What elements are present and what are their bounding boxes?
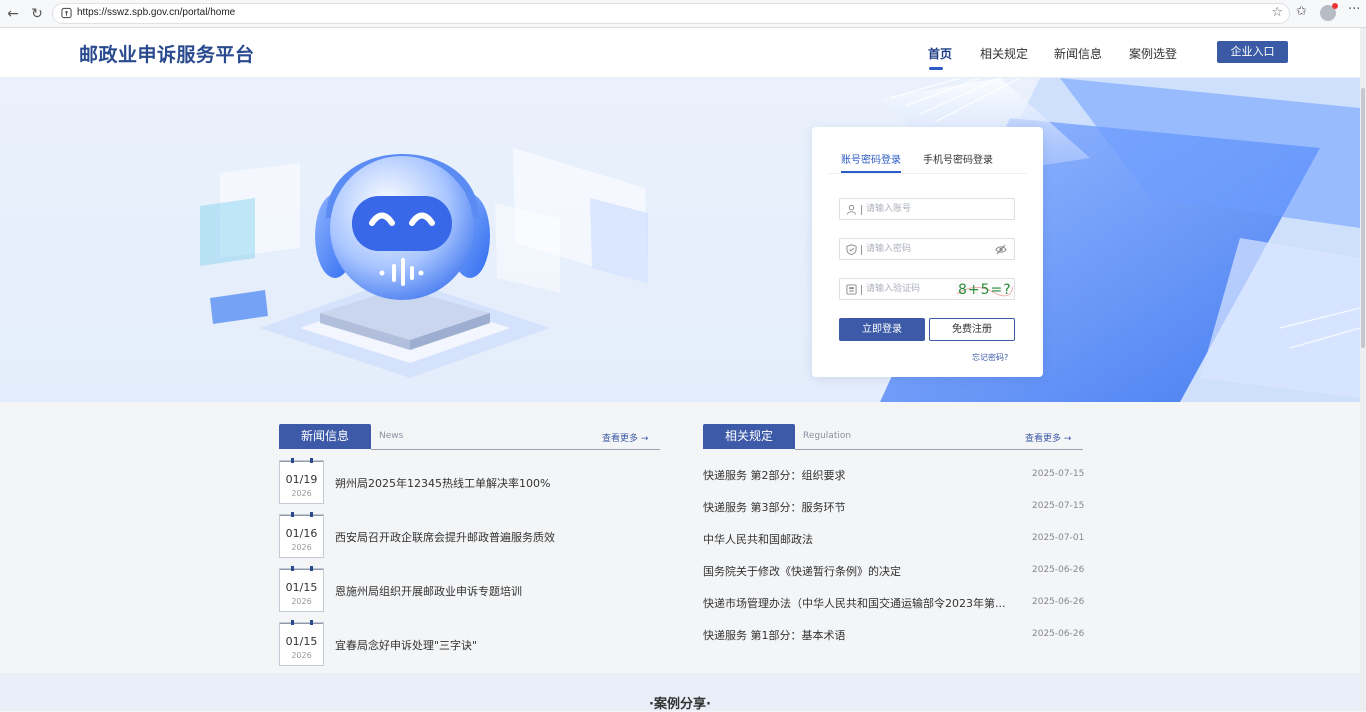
news-year: 2026 bbox=[291, 489, 312, 498]
calendar-ring-bar bbox=[280, 623, 323, 626]
register-button[interactable]: 免费注册 bbox=[929, 318, 1015, 341]
news-year: 2026 bbox=[291, 651, 312, 660]
news-date-box: 01/16 2026 bbox=[279, 512, 324, 558]
reload-icon[interactable]: ↻ bbox=[28, 5, 46, 23]
login-button[interactable]: 立即登录 bbox=[839, 318, 925, 341]
regulation-item-title[interactable]: 快递服务 第3部分：服务环节 bbox=[703, 499, 846, 515]
calendar-ring-bar bbox=[280, 569, 323, 572]
news-date-box: 01/15 2026 bbox=[279, 566, 324, 612]
password-input[interactable] bbox=[866, 241, 986, 257]
news-date: 01/15 bbox=[285, 581, 318, 594]
shield-icon bbox=[846, 244, 857, 255]
news-date-box: 01/15 2026 bbox=[279, 620, 324, 666]
captcha-field: 8+5=? bbox=[839, 278, 1015, 300]
regulation-item-date: 2025-06-26 bbox=[1032, 597, 1085, 607]
news-year: 2026 bbox=[291, 597, 312, 606]
news-more-link[interactable]: 查看更多 → bbox=[602, 431, 648, 444]
tab-divider bbox=[828, 173, 1027, 174]
user-icon bbox=[846, 204, 857, 215]
regulation-more-link[interactable]: 查看更多 → bbox=[1025, 431, 1071, 444]
tab-account-login[interactable]: 账号密码登录 bbox=[841, 151, 901, 166]
captcha-text: 8+5=? bbox=[958, 282, 1012, 298]
nav-news[interactable]: 新闻信息 bbox=[1054, 45, 1102, 62]
regulation-item-date: 2025-07-15 bbox=[1032, 501, 1085, 511]
calendar-ring-bar bbox=[280, 461, 323, 464]
news-date: 01/15 bbox=[285, 635, 318, 648]
field-separator bbox=[861, 285, 862, 295]
calendar-pin bbox=[310, 566, 313, 571]
nav-home[interactable]: 首页 bbox=[928, 45, 952, 62]
page-scrollbar[interactable] bbox=[1360, 28, 1366, 711]
forgot-password-link[interactable]: 忘记密码? bbox=[972, 352, 1008, 363]
news-item-title[interactable]: 西安局召开政企联席会提升邮政普遍服务质效 bbox=[335, 529, 555, 545]
regulation-item-date: 2025-07-15 bbox=[1032, 469, 1085, 479]
eye-off-icon[interactable] bbox=[995, 244, 1007, 255]
captcha-image[interactable]: 8+5=? bbox=[955, 280, 1013, 298]
hero-banner bbox=[0, 78, 1360, 402]
field-separator bbox=[861, 205, 862, 215]
scrollbar-thumb[interactable] bbox=[1361, 88, 1365, 348]
favorites-icon[interactable]: ✩ bbox=[1296, 4, 1307, 24]
captcha-input[interactable] bbox=[866, 281, 954, 297]
news-date: 01/16 bbox=[285, 527, 318, 540]
account-field bbox=[839, 198, 1015, 220]
news-date: 01/19 bbox=[285, 473, 318, 486]
bookmark-star-icon[interactable]: ☆ bbox=[1271, 5, 1283, 20]
nav-cases[interactable]: 案例选登 bbox=[1129, 45, 1177, 62]
calendar-pin bbox=[291, 566, 294, 571]
regulation-item-date: 2025-06-26 bbox=[1032, 629, 1085, 639]
captcha-icon bbox=[846, 284, 857, 295]
regulation-item-date: 2025-06-26 bbox=[1032, 565, 1085, 575]
regulation-item-date: 2025-07-01 bbox=[1032, 533, 1085, 543]
nav-regulations[interactable]: 相关规定 bbox=[980, 45, 1028, 62]
nav-active-indicator bbox=[929, 67, 943, 70]
regulation-section-label: 相关规定 bbox=[703, 424, 795, 449]
news-date-box: 01/19 2026 bbox=[279, 458, 324, 504]
calendar-pin bbox=[310, 620, 313, 625]
tab-phone-login[interactable]: 手机号密码登录 bbox=[923, 151, 993, 166]
regulation-item-title[interactable]: 快递市场管理办法（中华人民共和国交通运输部令2023年第... bbox=[703, 595, 1005, 611]
back-icon[interactable]: ← bbox=[4, 5, 22, 23]
login-card: 账号密码登录 手机号密码登录 8 bbox=[812, 127, 1043, 377]
site-logo[interactable]: 邮政业申诉服务平台 bbox=[79, 40, 255, 67]
browser-toolbar: ← ↻ https://sswz.spb.gov.cn/portal/home … bbox=[0, 0, 1366, 28]
field-separator bbox=[861, 245, 862, 255]
news-section-line bbox=[371, 449, 660, 450]
account-input[interactable] bbox=[866, 201, 986, 217]
news-item-title[interactable]: 宜春局念好申诉处理"三字诀" bbox=[335, 637, 477, 653]
password-field bbox=[839, 238, 1015, 260]
address-bar[interactable]: https://sswz.spb.gov.cn/portal/home ☆ bbox=[52, 3, 1290, 24]
more-menu-icon[interactable]: ··· bbox=[1348, 2, 1360, 22]
profile-avatar[interactable] bbox=[1320, 3, 1338, 21]
notification-dot bbox=[1332, 3, 1338, 9]
calendar-pin bbox=[291, 458, 294, 463]
regulation-item-title[interactable]: 快递服务 第2部分：组织要求 bbox=[703, 467, 846, 483]
regulation-item-title[interactable]: 快递服务 第1部分：基本术语 bbox=[703, 627, 846, 643]
calendar-pin bbox=[310, 458, 313, 463]
case-section-title: ·案例分享· bbox=[649, 697, 711, 712]
news-year: 2026 bbox=[291, 543, 312, 552]
regulation-item-title[interactable]: 中华人民共和国邮政法 bbox=[703, 531, 813, 547]
regulation-item-title[interactable]: 国务院关于修改《快递暂行条例》的决定 bbox=[703, 563, 901, 579]
news-section-en: News bbox=[379, 431, 404, 441]
calendar-pin bbox=[310, 512, 313, 517]
url-text: https://sswz.spb.gov.cn/portal/home bbox=[77, 7, 236, 18]
news-item-title[interactable]: 恩施州局组织开展邮政业申诉专题培训 bbox=[335, 583, 522, 599]
hero-illustration bbox=[200, 78, 1360, 402]
enterprise-entry-button[interactable]: 企业入口 bbox=[1217, 41, 1288, 63]
calendar-ring-bar bbox=[280, 515, 323, 518]
site-info-icon[interactable] bbox=[61, 7, 72, 19]
regulation-section-en: Regulation bbox=[803, 431, 852, 441]
regulation-section-line bbox=[795, 449, 1083, 450]
calendar-pin bbox=[291, 512, 294, 517]
news-section-label: 新闻信息 bbox=[279, 424, 371, 449]
calendar-pin bbox=[291, 620, 294, 625]
news-item-title[interactable]: 朔州局2025年12345热线工单解决率100% bbox=[335, 475, 550, 491]
